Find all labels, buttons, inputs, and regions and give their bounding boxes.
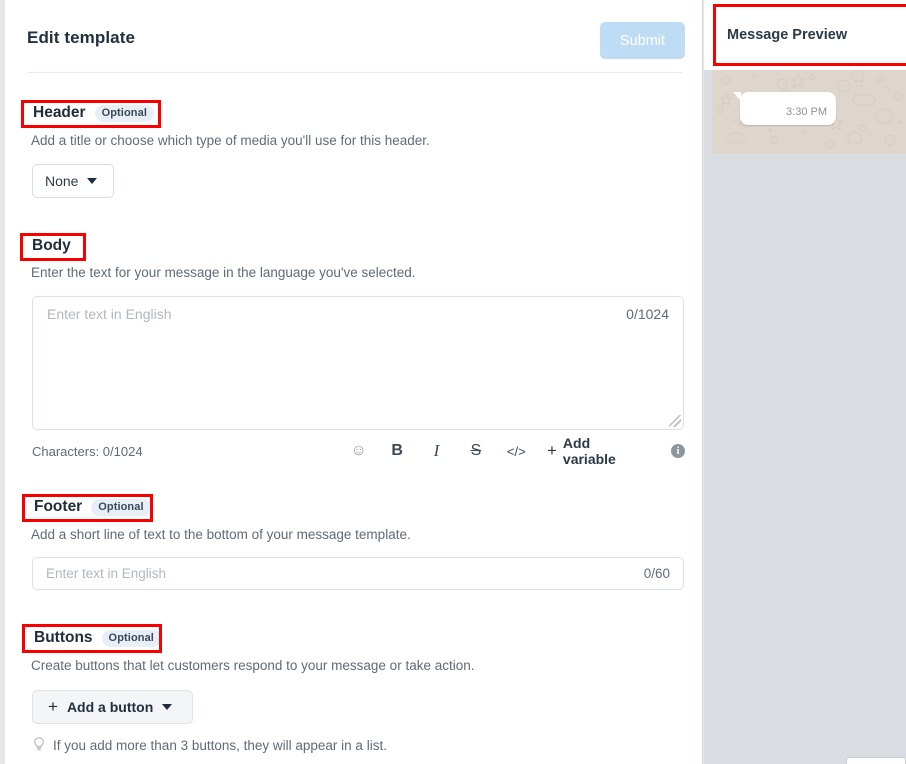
body-textarea-counter: 0/1024	[626, 306, 669, 322]
code-icon[interactable]: </>	[496, 438, 537, 464]
body-section-title: Body	[32, 237, 71, 254]
body-textarea[interactable]: Enter text in English 0/1024	[32, 296, 684, 430]
message-preview-header: Message Preview	[704, 0, 906, 70]
plus-icon: +	[546, 441, 557, 460]
info-icon-glyph: i	[670, 444, 685, 458]
add-variable-button[interactable]: + Add variable	[537, 435, 655, 467]
header-section-title-row: Header Optional	[33, 104, 154, 122]
footer-optional-badge: Optional	[91, 498, 151, 516]
buttons-hint-text: If you add more than 3 buttons, they wil…	[53, 738, 387, 753]
buttons-section-title: Buttons	[34, 629, 93, 646]
buttons-hint-row: If you add more than 3 buttons, they wil…	[33, 737, 387, 754]
body-format-toolbar: ☺ B I S </> + Add variable i	[340, 435, 685, 467]
info-icon[interactable]: i	[655, 444, 685, 458]
resize-handle-icon[interactable]	[669, 415, 681, 427]
app-root: Edit template Submit Header Optional Add…	[0, 0, 906, 764]
body-section-title-row: Body	[32, 237, 71, 255]
message-preview-panel: Message Preview 3:30 PM	[704, 0, 906, 764]
card-header-bar: Edit template Submit	[5, 0, 702, 72]
footer-section-title: Footer	[34, 498, 83, 515]
footer-text-input[interactable]: Enter text in English 0/60	[32, 557, 684, 590]
body-textarea-placeholder: Enter text in English	[47, 306, 172, 322]
body-character-count: Characters: 0/1024	[32, 444, 143, 459]
chevron-down-icon	[162, 704, 173, 710]
buttons-section-description: Create buttons that let customers respon…	[31, 658, 475, 673]
add-a-button-dropdown[interactable]: + Add a button	[32, 690, 193, 724]
chat-message-time: 3:30 PM	[786, 106, 827, 118]
header-divider	[27, 72, 682, 73]
header-optional-badge: Optional	[94, 104, 154, 122]
page-title: Edit template	[27, 28, 136, 47]
header-media-type-select[interactable]: None	[32, 164, 114, 198]
bold-icon[interactable]: B	[377, 438, 416, 464]
emoji-icon[interactable]: ☺	[340, 438, 377, 464]
strikethrough-icon[interactable]: S	[456, 438, 495, 464]
edit-template-card: Edit template Submit Header Optional Add…	[5, 0, 703, 764]
add-a-button-label: Add a button	[66, 699, 154, 715]
footer-input-counter: 0/60	[643, 566, 670, 581]
plus-icon: +	[48, 697, 58, 716]
header-section-description: Add a title or choose which type of medi…	[31, 133, 430, 148]
chat-message-bubble: 3:30 PM	[733, 92, 836, 125]
message-preview-title: Message Preview	[727, 27, 848, 43]
footer-section-description: Add a short line of text to the bottom o…	[31, 527, 411, 542]
body-section-description: Enter the text for your message in the l…	[31, 265, 416, 280]
chat-preview-area: 3:30 PM	[712, 70, 906, 154]
header-section-title: Header	[33, 104, 86, 121]
footer-input-placeholder: Enter text in English	[46, 566, 167, 581]
buttons-optional-badge: Optional	[101, 629, 161, 647]
italic-icon[interactable]: I	[417, 438, 456, 464]
lightbulb-icon	[33, 737, 45, 754]
bottom-right-peek-element	[846, 757, 906, 764]
chevron-down-icon	[87, 178, 98, 184]
footer-section-title-row: Footer Optional	[34, 498, 151, 516]
buttons-section-title-row: Buttons Optional	[34, 629, 161, 647]
header-media-type-value: None	[45, 173, 79, 189]
submit-button[interactable]: Submit	[600, 22, 685, 59]
add-variable-label: Add variable	[562, 435, 616, 467]
